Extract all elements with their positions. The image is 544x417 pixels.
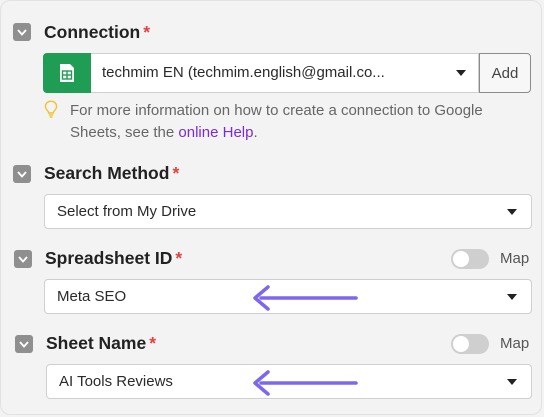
connection-label: Connection * — [44, 22, 151, 42]
toggle-knob — [453, 336, 469, 352]
chevron-down-icon — [507, 209, 517, 215]
required-mark: * — [175, 248, 183, 268]
spreadsheet-id-label: Spreadsheet ID * — [45, 248, 183, 268]
search-method-label: Search Method * — [44, 163, 180, 183]
toggle-knob — [453, 251, 469, 267]
connection-select[interactable]: techmim EN (techmim.english@gmail.co... — [43, 53, 479, 93]
search-method-select[interactable]: Select from My Drive — [44, 194, 532, 229]
add-connection-button[interactable]: Add — [479, 53, 531, 93]
chevron-down-icon — [456, 70, 466, 76]
required-mark: * — [149, 333, 156, 353]
chevron-down-icon — [19, 340, 29, 348]
connection-selected-value: techmim EN (techmim.english@gmail.co... — [102, 64, 385, 81]
chevron-down-icon — [18, 255, 28, 263]
required-mark: * — [143, 22, 151, 42]
chevron-down-icon — [507, 379, 517, 385]
collapse-toggle-search-method[interactable] — [13, 165, 31, 183]
collapse-toggle-sheet-name[interactable] — [15, 335, 33, 353]
sheet-name-label: Sheet Name * — [46, 333, 156, 353]
google-sheets-icon — [43, 53, 91, 93]
collapse-toggle-connection[interactable] — [13, 23, 31, 41]
chevron-down-icon — [507, 294, 517, 300]
collapse-toggle-spreadsheet-id[interactable] — [14, 250, 32, 268]
online-help-link[interactable]: online Help — [178, 124, 253, 141]
module-settings-panel: Connection * techmim EN (techmim.english@… — [0, 0, 542, 415]
connection-help-text: For more information on how to create a … — [70, 102, 483, 141]
map-toggle-spreadsheet-id[interactable] — [451, 249, 489, 269]
chevron-down-icon — [17, 170, 27, 178]
annotation-arrow-icon — [253, 370, 358, 396]
required-mark: * — [172, 163, 180, 183]
chevron-down-icon — [17, 28, 27, 36]
lightbulb-icon — [44, 100, 58, 118]
map-label: Map — [500, 250, 530, 267]
map-label: Map — [500, 335, 530, 352]
annotation-arrow-icon — [253, 285, 358, 311]
map-toggle-sheet-name[interactable] — [451, 334, 489, 354]
